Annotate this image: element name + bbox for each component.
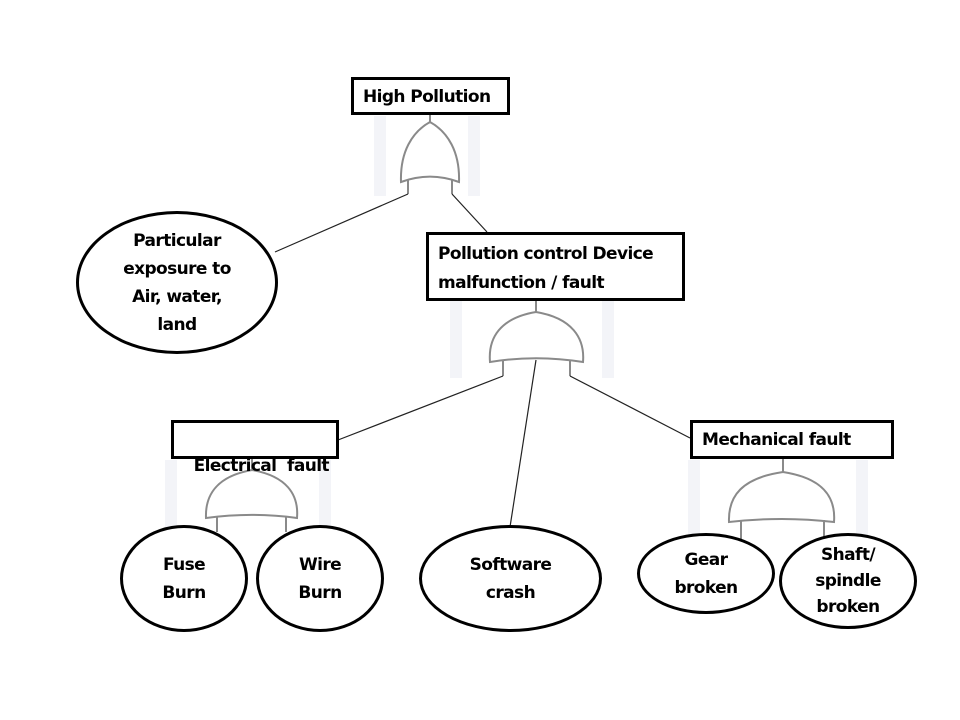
edge-device-mechanical [569,375,691,439]
node-pollution-control-device: Pollution control Device malfunction / f… [426,232,685,301]
node-label-line: Particular [133,230,221,251]
node-electrical-fault: Electrical fault [171,420,339,476]
node-label-line: Burn [298,582,342,603]
node-label-line: exposure to [123,258,231,279]
node-label-line: Wire [298,554,342,575]
edge-top-device [451,193,488,233]
node-label-line: spindle [815,571,881,591]
node-label: Mechanical fault [702,430,851,450]
node-wire-burn: Wire Burn [256,525,384,632]
edge-device-electrical [337,375,504,441]
and-gate-device [488,300,585,376]
node-label-line: malfunction / fault [438,273,605,293]
node-fuse-burn: Fuse Burn [120,525,248,632]
node-shaft-spindle-broken: Shaft/ spindle broken [779,533,917,629]
edge-top-exposure [274,193,409,253]
node-mechanical-fault: Mechanical fault [690,420,894,459]
node-particular-exposure: Particular exposure to Air, water, land [76,211,278,354]
node-software-crash: Software crash [419,525,602,632]
node-high-pollution: High Pollution [351,77,510,115]
node-label-line: Air, water, [132,286,222,307]
node-label-line: Shaft/ [821,545,876,565]
node-label: Electrical fault [193,456,330,476]
and-gate-mechanical [727,458,836,540]
edge-device-software [509,359,537,528]
node-label-line: Software [469,554,552,575]
node-label: High Pollution [363,87,491,107]
node-label-line: Gear [684,549,729,570]
node-gear-broken: Gear broken [637,533,775,614]
or-gate-top [399,114,461,194]
node-label-line: broken [816,597,880,617]
node-label-line: Fuse [162,554,206,575]
node-label-line: Pollution control Device [438,244,654,264]
node-label-line: broken [674,577,738,598]
node-label-line: land [157,314,197,335]
node-label-line: crash [485,582,536,603]
node-label-line: Burn [162,582,206,603]
